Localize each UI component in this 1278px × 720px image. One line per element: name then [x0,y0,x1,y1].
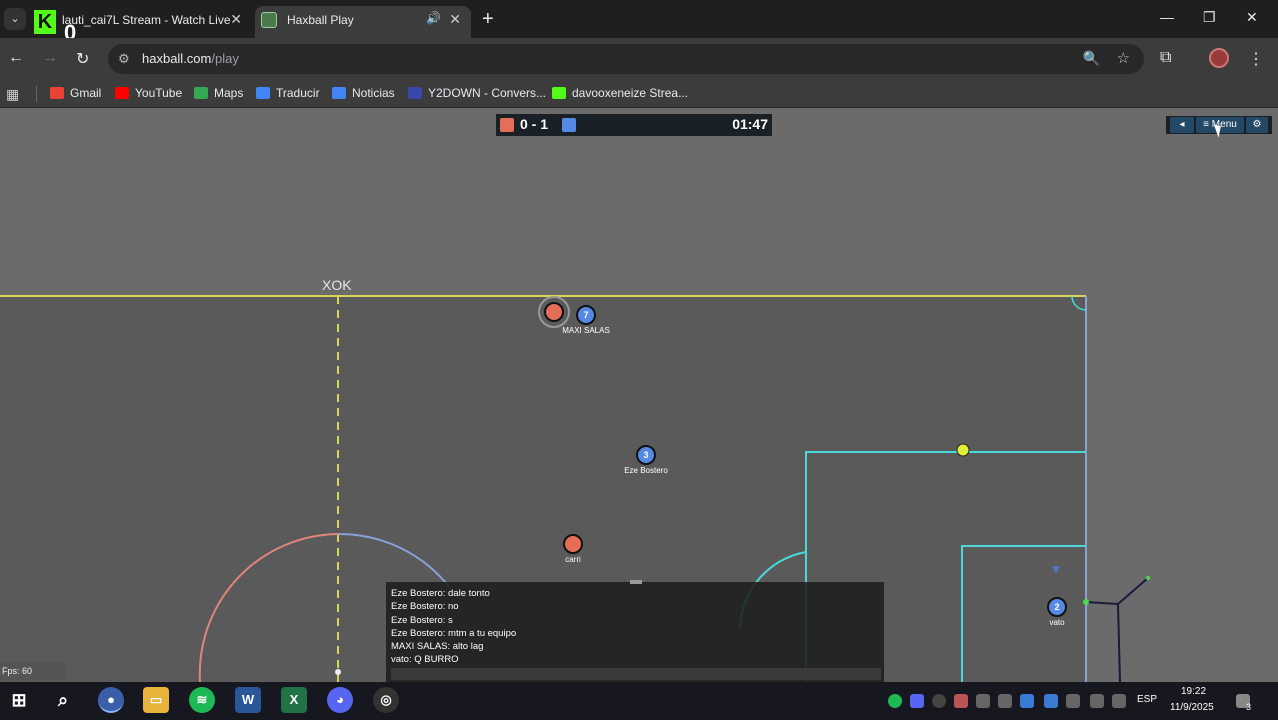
menu-icon: ≡ [1203,119,1210,130]
app-tray-icon[interactable] [976,694,990,708]
file-explorer-icon[interactable]: ▭ [143,687,169,713]
windows-start-icon[interactable]: ⊞ [6,687,32,713]
wifi-icon[interactable] [1090,694,1104,708]
obs-icon[interactable]: ◎ [373,687,399,713]
url-text[interactable]: haxball.com/play [142,51,239,66]
new-tab-icon[interactable]: + [482,8,494,31]
tab-search-icon[interactable]: ⌄ [4,8,26,30]
speaker-icon[interactable]: 🔊 [426,11,441,25]
excel-icon[interactable]: X [281,687,307,713]
app-tray-icon[interactable] [1044,694,1058,708]
gmail-icon [50,87,64,99]
player-disc: 7 [576,305,596,325]
scoreboard: 0 - 1 01:47 [496,114,772,136]
player-disc: 3 [636,445,656,465]
clock-date[interactable]: 11/9/2025 [1170,702,1214,713]
spotify-icon[interactable]: ≋ [189,687,215,713]
tab-haxball[interactable]: Haxball Play 🔊 ✕ [255,6,471,38]
close-tab-icon[interactable]: ✕ [449,11,461,28]
address-bar[interactable]: ⚙ haxball.com/play 🔍 ☆ [108,44,1144,74]
chat-box: Eze Bostero: dale tonto Eze Bostero: no … [386,580,884,682]
microphone-icon[interactable] [998,694,1012,708]
apps-grid-icon[interactable]: ▦ [6,86,19,103]
chat-message: MAXI SALAS: alto lag [391,641,484,653]
player-disc: 2 [1047,597,1067,617]
divider [36,86,37,102]
player-disc [563,534,583,554]
volume-icon[interactable] [1112,694,1126,708]
fps-counter: Fps: 60 [0,662,66,680]
bookmark-noticias[interactable]: Noticias [332,86,395,100]
language-indicator[interactable]: ESP [1137,694,1157,705]
bookmark-maps[interactable]: Maps [194,86,243,100]
bookmark-youtube[interactable]: YouTube [115,86,182,100]
app-tray-icon[interactable] [954,694,968,708]
game-timer: 01:47 [732,116,768,132]
chat-message: Eze Bostero: dale tonto [391,588,490,599]
youtube-icon [115,87,129,99]
bookmarks-bar: ▦ Gmail YouTube Maps Traducir Noticias Y… [0,80,1278,108]
minimize-icon[interactable]: — [1160,9,1174,25]
chat-input[interactable] [391,668,881,680]
chat-message: Eze Bostero: mtm a tu equipo [391,627,517,639]
settings-gear-icon[interactable]: ⚙ [1246,117,1268,133]
discord-icon[interactable]: ◕ [327,687,353,713]
chat-message: Eze Bostero: no [391,601,459,613]
chat-message: Eze Bostero: s [391,614,453,626]
bookmark-y2down[interactable]: Y2DOWN - Convers... [408,86,546,100]
y2down-icon [408,87,422,99]
site-info-icon[interactable]: ⚙ [118,51,130,67]
tab-title: Haxball Play [287,13,354,27]
maps-icon [194,87,208,99]
browser-toolbar: ← → ↻ ⚙ haxball.com/play 🔍 ☆ ⧉ ⋮ [0,38,1278,80]
hp-icon[interactable] [1020,694,1034,708]
bookmark-gmail[interactable]: Gmail [50,86,101,100]
chat-resize-handle[interactable] [630,580,642,584]
player-red-disc [544,302,564,322]
score-text: 0 - 1 [520,116,549,132]
extensions-icon[interactable]: ⧉ [1160,49,1171,67]
battery-icon[interactable] [1066,694,1080,708]
bookmark-star-icon[interactable]: ☆ [1117,49,1130,67]
player-name: Eze Bostero [624,466,668,475]
player-name: vato [1049,618,1065,627]
close-window-icon[interactable]: ✕ [1246,9,1258,26]
tab-title: lauti_cai7L Stream - Watch Live [62,13,231,27]
spotify-tray-icon[interactable] [888,694,902,708]
discord-tray-icon[interactable] [910,694,924,708]
chat-log: Eze Bostero: dale tonto Eze Bostero: no … [391,587,516,667]
bookmark-traducir[interactable]: Traducir [256,86,320,100]
news-icon [332,87,346,99]
zoom-icon[interactable]: 🔍 [1083,50,1100,67]
blue-team-color [562,118,576,132]
back-icon[interactable]: ← [8,49,24,67]
reload-icon[interactable]: ↻ [76,49,89,69]
kick-icon [552,87,566,99]
profile-avatar[interactable] [1209,48,1229,68]
sound-icon[interactable]: ◂ [1170,117,1194,133]
player-name: MAXI SALAS [562,326,610,335]
clock-time[interactable]: 19:22 [1181,686,1206,697]
restore-icon[interactable]: ❐ [1203,9,1216,26]
haxball-game-canvas[interactable]: XOK 7 MAXI SALAS 3 Eze Bostero carri 2 v… [0,108,1278,682]
notification-count: 3 [1246,702,1252,712]
close-tab-icon[interactable]: ✕ [230,11,242,28]
bookmark-davooxeneize[interactable]: davooxeneize Strea... [552,86,688,100]
search-icon[interactable]: ⌕ [50,687,76,713]
more-menu-icon[interactable]: ⋮ [1248,49,1264,69]
chrome-icon[interactable]: ● [98,687,124,713]
forward-icon[interactable]: → [42,49,58,67]
translate-icon [256,87,270,99]
chat-message: vato: Q BURRO [391,654,459,666]
haxball-icon [261,12,277,28]
player-name: carri [565,555,581,564]
tab-strip: ⌄ lauti_cai7L Stream - Watch Live ✕ K 0 … [0,0,1278,45]
kickoff-marker-icon: XOK [322,277,352,293]
red-team-color [500,118,514,132]
windows-taskbar: ⊞ ⌕ ● ▭ ≋ W X ◕ ◎ ESP 19:22 11/9/2025 3 [0,682,1278,720]
obs-tray-icon[interactable] [932,694,946,708]
word-icon[interactable]: W [235,687,261,713]
